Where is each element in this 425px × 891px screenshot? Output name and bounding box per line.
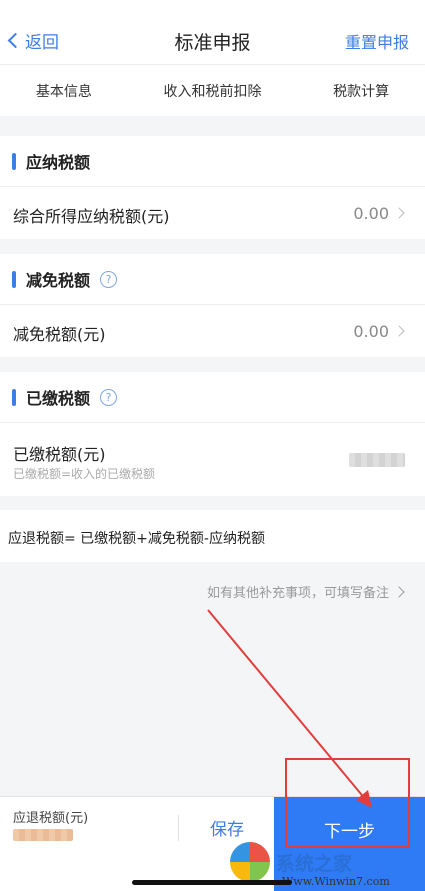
section-title: 应纳税额: [26, 153, 91, 172]
section-title: 已缴税额: [26, 389, 91, 408]
row-subtitle: 已缴税额=收入的已缴税额: [13, 467, 156, 481]
section-accent-bar: [12, 270, 16, 288]
question-circle-icon[interactable]: ?: [100, 388, 118, 406]
blurred-refund-amount: [13, 829, 73, 841]
remarks-label: 如有其他补充事项，可填写备注: [206, 586, 389, 601]
blurred-amount: [349, 453, 405, 467]
section-accent-bar: [12, 152, 16, 170]
row-value: 0.00: [353, 204, 389, 223]
watermark-url: Www.Winwin7.com: [282, 875, 390, 888]
tab-basic-info[interactable]: 基本信息: [36, 81, 92, 101]
paid-tax-row[interactable]: 已缴税额(元) 已缴税额=收入的已缴税额: [0, 422, 425, 496]
step-tabs: 基本信息 收入和税前扣除 税款计算: [0, 64, 425, 116]
nav-bar: 返回 标准申报 重置申报: [0, 0, 425, 64]
row-label: 综合所得应纳税额(元): [13, 207, 170, 226]
refund-amount-label: 应退税额(元): [13, 811, 89, 826]
home-indicator: [132, 880, 292, 885]
reset-declaration-button[interactable]: 重置申报: [345, 29, 409, 53]
section-header-reduction: 减免税额 ?: [0, 254, 425, 304]
remarks-link[interactable]: 如有其他补充事项，可填写备注: [206, 582, 405, 601]
chevron-right-icon: [393, 325, 405, 337]
watermark-brand: 系统之家: [276, 852, 353, 875]
save-button[interactable]: 保存: [180, 815, 274, 840]
refund-formula: 应退税额= 已缴税额+减免税额-应纳税额: [0, 510, 425, 562]
windows-logo-icon: [230, 842, 270, 882]
payable-tax-row[interactable]: 综合所得应纳税额(元) 0.00: [0, 186, 425, 239]
row-label: 减免税额(元): [13, 325, 106, 344]
watermark: 系统之家 Www.Winwin7.com: [230, 842, 390, 888]
chevron-right-icon: [393, 585, 405, 598]
tab-income-deductions[interactable]: 收入和税前扣除: [163, 81, 261, 101]
reduction-tax-row[interactable]: 减免税额(元) 0.00: [0, 304, 425, 357]
tab-tax-calculation[interactable]: 税款计算: [333, 81, 389, 101]
next-step-label: 下一步: [324, 822, 375, 842]
section-accent-bar: [12, 388, 16, 406]
section-header-payable: 应纳税额: [0, 136, 425, 186]
section-title: 减免税额: [26, 271, 91, 290]
row-label: 已缴税额(元): [13, 445, 106, 464]
divider: [178, 815, 179, 841]
chevron-right-icon: [393, 207, 405, 219]
row-value: 0.00: [353, 322, 389, 341]
section-header-paid: 已缴税额 ?: [0, 372, 425, 422]
question-circle-icon[interactable]: ?: [100, 270, 118, 288]
